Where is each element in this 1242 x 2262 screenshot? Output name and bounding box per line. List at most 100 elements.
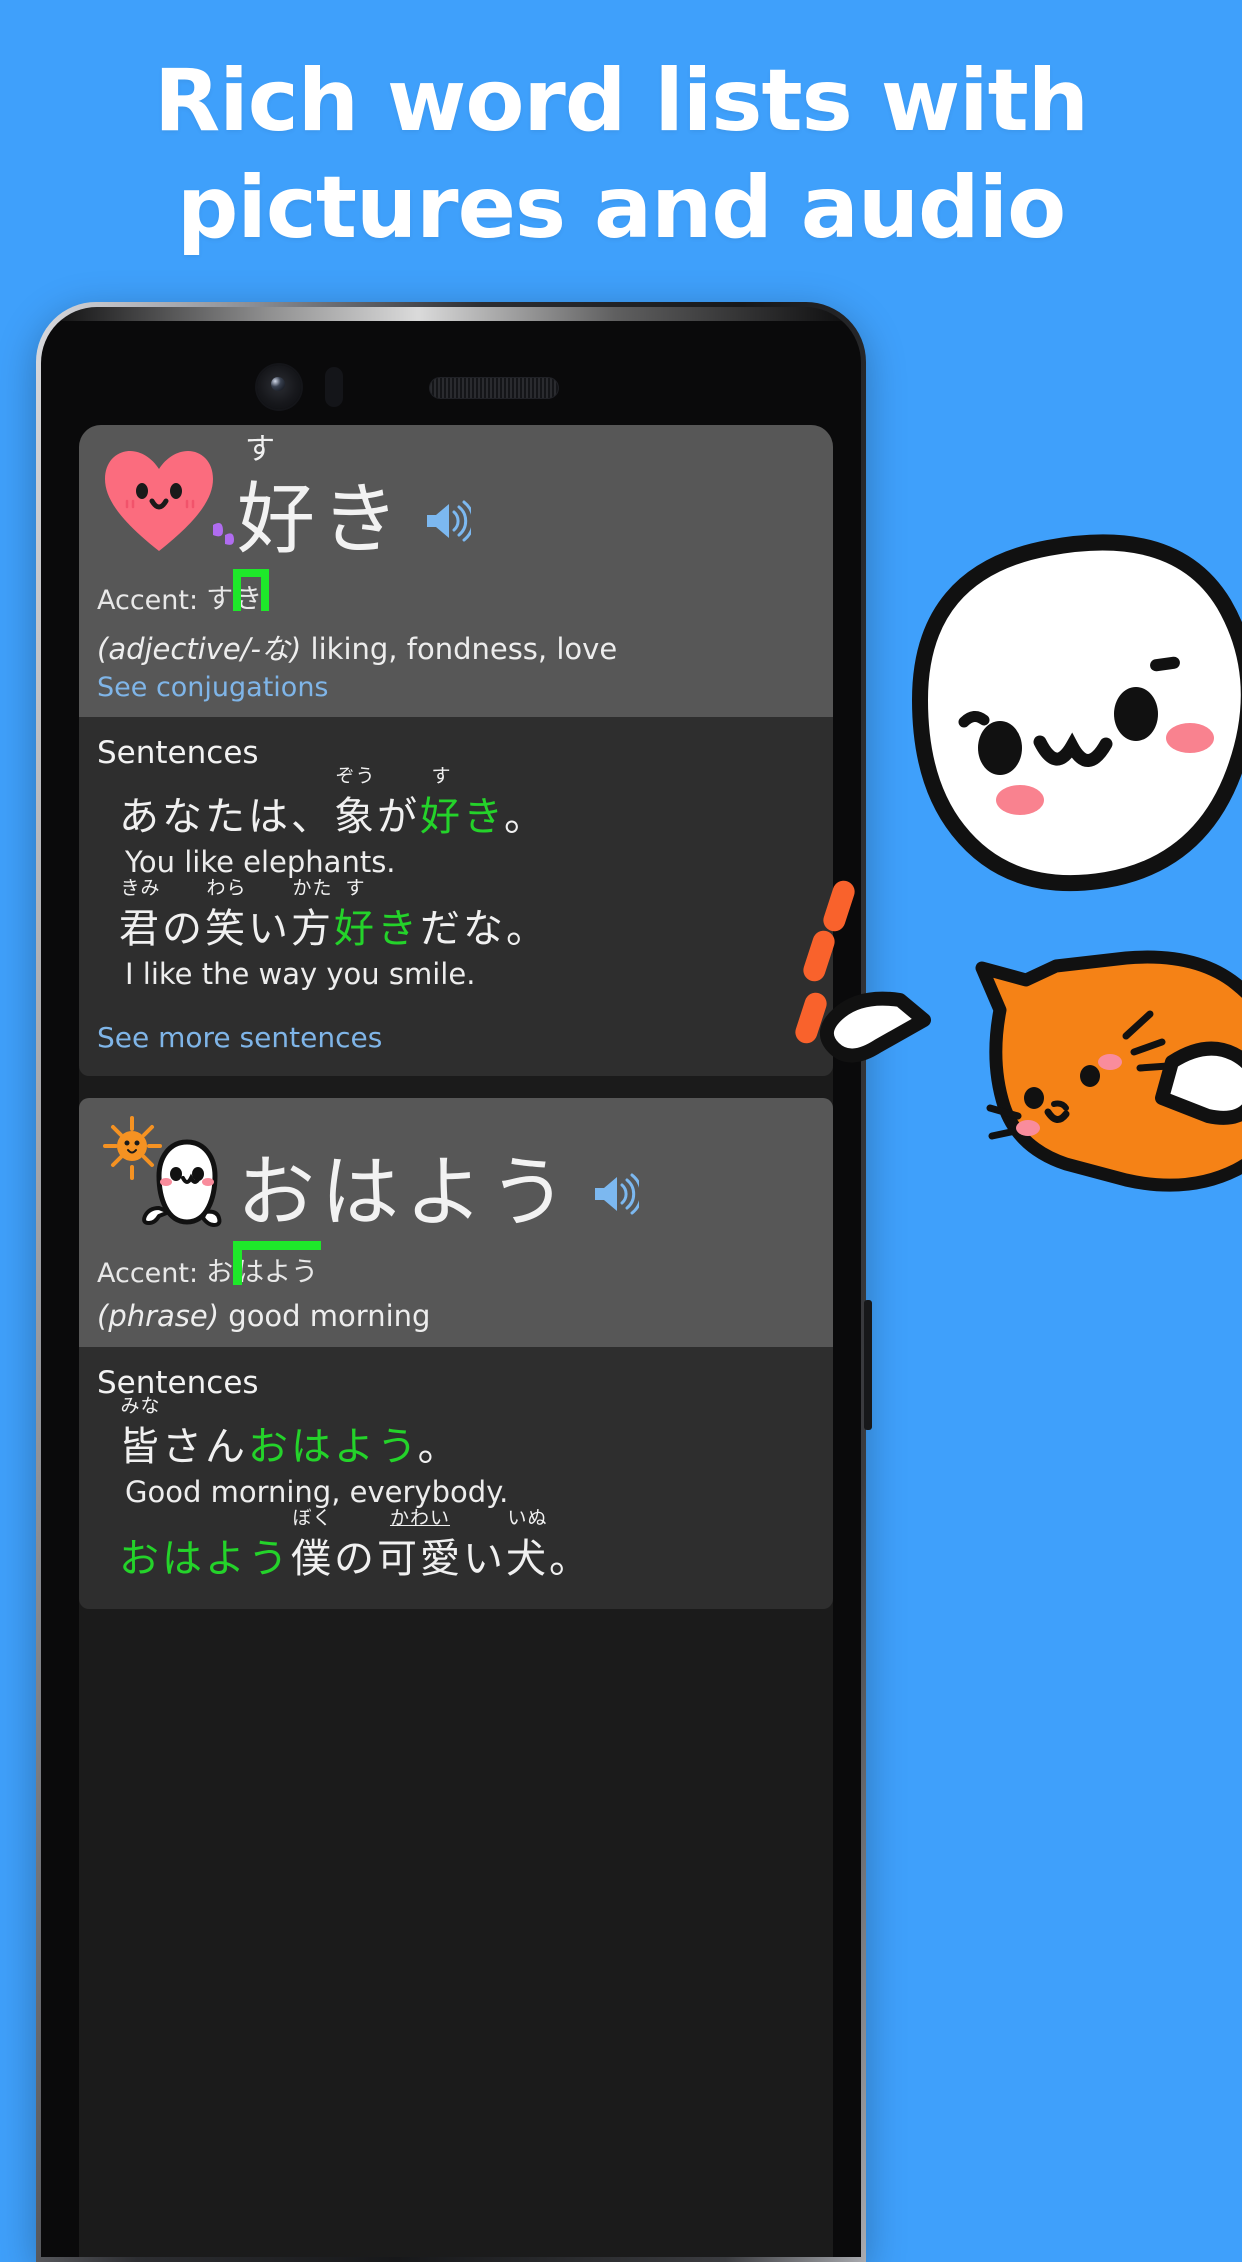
ruby-text-inu: いぬ [507, 1507, 548, 1529]
sentence3-period: 。 [417, 1424, 461, 1470]
ruby-base-kawai: 可愛 [377, 1536, 463, 1582]
page-headline: Rich word lists with pictures and audio [0, 48, 1242, 261]
sentences-title-suki: Sentences [97, 735, 259, 771]
sentence4-period: 。 [549, 1536, 592, 1582]
accent-mark-left-2 [233, 1241, 243, 1285]
ruby-base-su: 好 [420, 794, 463, 840]
word-text-suki: 好き [237, 475, 406, 565]
word-suki: す 好き [237, 435, 405, 560]
ruby-text-su-2: す [345, 877, 366, 899]
word-furigana-suki: す [245, 432, 277, 467]
bezel-highlight [41, 307, 861, 321]
ruby-base-kata: 方 [291, 906, 334, 952]
ruby-boku: ぼく僕 [291, 1509, 334, 1582]
accent-kana-low: す [206, 584, 234, 615]
sentence2-plain-2: い [248, 906, 291, 952]
sentence-period-1: 。 [504, 794, 547, 840]
word-entry-ohayou: おはよう Accent: お はよう (phrase) good morning… [79, 1098, 833, 1609]
ruby-kata: かた方 [291, 879, 334, 952]
earpiece-speaker-icon [429, 377, 559, 399]
definition-text-suki: liking, fondness, love [310, 632, 618, 666]
ruby-kimi: きみ君 [119, 879, 162, 952]
accent-label: Accent: [97, 585, 199, 616]
english-sentence-3: Good morning, everybody. [125, 1475, 509, 1509]
ruby-wara: わら笑 [205, 879, 248, 952]
word-header-ohayou: おはよう Accent: お はよう (phrase) good morning [79, 1098, 833, 1347]
ruby-su-highlight-2: す好 [334, 879, 377, 952]
definition-text-ohayou: good morning [228, 1299, 431, 1333]
part-of-speech-suki: (adjective/-な) [97, 632, 302, 666]
sentence2-plain-1: の [162, 906, 205, 952]
ruby-base-su-2: 好 [334, 906, 377, 952]
pink-heart-character-icon [97, 439, 237, 559]
app-screen: す 好き Accent: すき (adjective/-な) liking, f… [79, 425, 833, 2257]
word-text-ohayou: おはよう [237, 1148, 574, 1238]
sentence-plain-2: が [377, 794, 420, 840]
english-sentence-2: I like the way you smile. [125, 957, 476, 991]
ruby-base-zou: 象 [334, 794, 377, 840]
phone-body: す 好き Accent: すき (adjective/-な) liking, f… [41, 307, 861, 2257]
accent-row-ohayou: Accent: おはよう [97, 1241, 815, 1289]
ruby-base-wara: 笑 [205, 906, 248, 952]
sentence2-plain-3: だな。 [420, 906, 549, 952]
see-more-sentences-link[interactable]: See more sentences [97, 1021, 815, 1054]
highlight-tail-2: き [377, 906, 420, 952]
accent-kana-high-2: はよう [237, 1257, 319, 1288]
accent-kana-suki: すき [206, 569, 270, 616]
word-ohayou: おはよう [237, 1154, 573, 1232]
ruby-base-inu: 犬 [506, 1536, 549, 1582]
sun-and-white-blob-character-icon [97, 1112, 237, 1232]
see-conjugations-link[interactable]: See conjugations [97, 672, 815, 703]
highlight-ohayou-2: おはよう [119, 1536, 291, 1582]
ruby-base-boku: 僕 [291, 1536, 334, 1582]
ruby-mina: みな皆 [119, 1397, 162, 1468]
sentence4-plain-2: い [463, 1536, 506, 1582]
ruby-text-wara: わら [206, 877, 247, 899]
word-entry-suki: す 好き Accent: すき (adjective/-な) liking, f… [79, 425, 833, 1076]
sentence-plain-1: あなたは、 [119, 794, 334, 840]
ruby-text-kimi: きみ [120, 877, 161, 899]
front-camera-icon [257, 365, 301, 409]
ruby-text-boku: ぼく [292, 1507, 333, 1529]
definition-ohayou: (phrase) good morning [97, 1299, 815, 1333]
ruby-text-mina: みな [120, 1395, 161, 1417]
ruby-zou: ぞう象 [334, 767, 377, 840]
part-of-speech-ohayou: (phrase) [97, 1299, 220, 1333]
ruby-text-kawai: かわい [389, 1507, 451, 1529]
japanese-sentence-2[interactable]: きみ君の わら笑い かた方す好きだな。 [119, 879, 815, 952]
english-sentence-1: You like elephants. [125, 845, 396, 879]
speaker-icon[interactable] [423, 498, 475, 549]
japanese-sentence-4[interactable]: おはよう ぼく 僕の かわい 可愛い いぬ 犬。 [119, 1509, 815, 1582]
orange-cat-mascot-icon [975, 950, 1242, 1192]
ruby-kawai: かわい 可愛 [377, 1509, 463, 1582]
sentences-title-ohayou: Sentences [97, 1365, 259, 1401]
volume-button[interactable] [864, 1300, 872, 1430]
ruby-inu: いぬ犬 [506, 1509, 549, 1582]
highlight-tail-1: き [463, 794, 504, 840]
accent-mark-left [233, 569, 242, 611]
proximity-sensor-icon [325, 367, 343, 407]
ruby-text-kata: かた [292, 877, 333, 899]
ruby-text-su: す [431, 765, 452, 787]
word-header-suki: す 好き Accent: すき (adjective/-な) liking, f… [79, 425, 833, 717]
white-blob-mascot-icon [820, 534, 1242, 1125]
headline-line-1: Rich word lists with [154, 51, 1089, 151]
sentences-block-suki: Sentences あなたは、 ぞう 象がす好き。 You like elephan… [79, 717, 833, 1076]
japanese-sentence-1[interactable]: あなたは、 ぞう象がす好き。 [119, 767, 815, 840]
ruby-text-zou: ぞう [335, 765, 376, 787]
speaker-icon-2[interactable] [591, 1171, 643, 1222]
accent-kana-low-2: お [206, 1257, 234, 1288]
accent-mark-right [261, 569, 270, 611]
japanese-sentence-3[interactable]: みな 皆さんおはよう。 [119, 1397, 815, 1470]
ruby-base-kimi: 君 [119, 906, 162, 952]
headline-line-2: pictures and audio [176, 157, 1066, 258]
highlight-ohayou-1: おはよう [248, 1424, 418, 1470]
accent-mark-top-2 [233, 1241, 322, 1250]
sentences-block-ohayou: Sentences みな 皆さんおはよう。 Good morning, every… [79, 1347, 833, 1609]
phone-mockup: す 好き Accent: すき (adjective/-な) liking, f… [36, 302, 866, 2262]
accent-kana-ohayou: おはよう [206, 1241, 322, 1289]
definition-suki: (adjective/-な) liking, fondness, love [97, 626, 815, 668]
sentence3-plain-1: さん [162, 1424, 248, 1470]
accent-row-suki: Accent: すき [97, 569, 815, 616]
ruby-su-highlight: す好 [420, 767, 463, 840]
